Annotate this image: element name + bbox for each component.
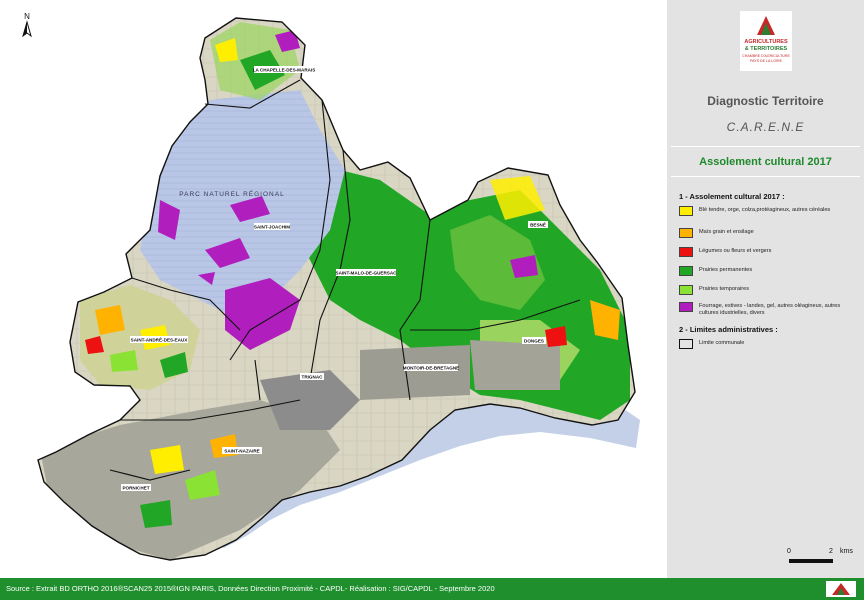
divider bbox=[671, 146, 860, 147]
legend-item-fodder: Fourrage, estives - landes, gel, autres … bbox=[679, 302, 857, 320]
divider bbox=[671, 176, 860, 177]
legend-item-cereals: Blé tendre, orge, colza,protéagineux, au… bbox=[679, 206, 857, 224]
place-label-montoir: MONTOIR-DE-BRETAGNE bbox=[403, 366, 459, 371]
place-label-chapelle: LA CHAPELLE-DES-MARAIS bbox=[253, 68, 316, 73]
place-label-donges: DONGES bbox=[524, 339, 544, 344]
scale-two-label: 2 bbox=[829, 548, 833, 555]
logo-line3: CHAMBRE D'AGRICULTURE PAYS DE LA LOIRE bbox=[740, 54, 792, 63]
legend-swatch bbox=[679, 228, 693, 238]
legend-item-permanent-meadows: Prairies permanentes bbox=[679, 266, 857, 278]
legend-label: Limite communale bbox=[699, 340, 745, 346]
legend-label: Prairies temporaires bbox=[699, 286, 750, 292]
legend-swatch bbox=[679, 285, 693, 295]
legend-label: Maïs grain et ensilage bbox=[699, 229, 754, 235]
map-title: Assolement cultural 2017 bbox=[699, 156, 832, 168]
park-label: PARC NATUREL RÉGIONAL bbox=[179, 189, 284, 198]
logo-line2: & TERRITOIRES bbox=[744, 46, 788, 52]
map-panel: N PARC NATUREL RÉGIONAL LA CHAPELLE-DES-… bbox=[0, 0, 664, 578]
legend-swatch bbox=[679, 247, 693, 257]
place-label-saint-nazaire: SAINT-NAZAIRE bbox=[224, 449, 259, 454]
land-use-map: N PARC NATUREL RÉGIONAL LA CHAPELLE-DES-… bbox=[22, 12, 640, 561]
logo-line1: AGRICULTURES bbox=[744, 39, 788, 45]
legend-section-2: 2 - Limites administratives : bbox=[679, 325, 778, 334]
place-label-trignac: TRIGNAC bbox=[302, 375, 324, 380]
legend-sidebar: AGRICULTURES & TERRITOIRES CHAMBRE D'AGR… bbox=[667, 0, 864, 578]
place-label-besne: BESNÉ bbox=[530, 221, 546, 228]
legend-item-vegetables: Légumes ou fleurs et vergers bbox=[679, 247, 857, 259]
logo-line4-text: PAYS DE LA LOIRE bbox=[749, 58, 783, 63]
footer-logo-icon bbox=[826, 581, 856, 597]
legend-swatch bbox=[679, 302, 693, 312]
legend-label: Blé tendre, orge, colza,protéagineux, au… bbox=[699, 207, 831, 213]
page-title: Diagnostic Territoire bbox=[707, 94, 824, 108]
north-arrow-label: N bbox=[24, 12, 30, 21]
scale-bar bbox=[789, 559, 833, 563]
legend-item-commune-limit: Limite communale bbox=[679, 339, 857, 351]
place-label-saint-andre: SAINT-ANDRÉ-DES-EAUX bbox=[131, 336, 189, 343]
legend-section-1: 1 - Assolement cultural 2017 : bbox=[679, 192, 785, 201]
source-text: Source : Extrait BD ORTHO 2016®SCAN25 20… bbox=[6, 584, 495, 593]
scale-unit-label: kms bbox=[840, 548, 853, 555]
north-arrow-icon: N bbox=[22, 12, 32, 38]
legend-label: Légumes ou fleurs et vergers bbox=[699, 248, 772, 254]
legend-swatch bbox=[679, 206, 693, 216]
legend-label: Prairies permanentes bbox=[699, 267, 753, 273]
chamber-logo: AGRICULTURES & TERRITOIRES CHAMBRE D'AGR… bbox=[740, 11, 792, 71]
scale-zero-label: 0 bbox=[787, 548, 791, 555]
page-subtitle: C.A.R.E.N.E bbox=[726, 120, 805, 134]
footer-bar: Source : Extrait BD ORTHO 2016®SCAN25 20… bbox=[0, 578, 864, 600]
legend-label: Fourrage, estives - landes, gel, autres … bbox=[699, 303, 841, 316]
place-label-saint-malo: SAINT-MALO-DE-GUERSAC bbox=[336, 271, 398, 276]
legend-swatch bbox=[679, 266, 693, 276]
logo-line3-text: CHAMBRE D'AGRICULTURE bbox=[742, 54, 790, 58]
place-label-pornichet: PORNICHET bbox=[122, 486, 149, 491]
place-label-saint-joachim: SAINT-JOACHIM bbox=[254, 225, 290, 230]
legend-swatch-outline bbox=[679, 339, 693, 349]
legend-item-maize: Maïs grain et ensilage bbox=[679, 228, 857, 240]
legend-item-temporary-meadows: Prairies temporaires bbox=[679, 285, 857, 297]
logo-mark-icon bbox=[757, 16, 775, 35]
